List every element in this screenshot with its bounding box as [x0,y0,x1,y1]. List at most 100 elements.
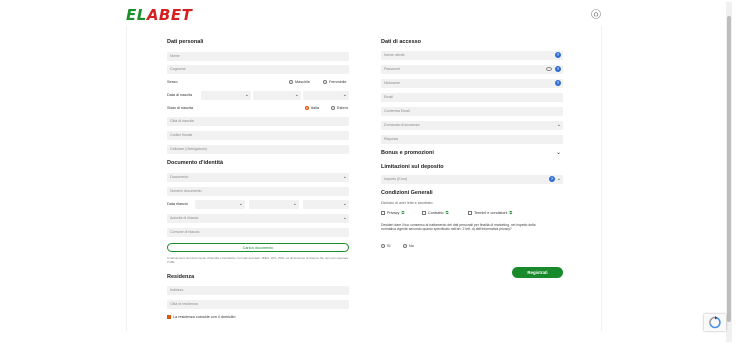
birthplace-italy-label: Italia [311,106,320,110]
external-link-icon[interactable]: ⧉ [509,210,512,215]
sex-female-radio[interactable]: Femminile [323,80,347,84]
checkbox-icon [422,210,426,215]
upload-document-button[interactable]: Carica documento [167,243,349,252]
checkbox-checked-icon [167,315,171,319]
checkbox-icon [468,210,472,215]
help-icon[interactable]: ? [555,66,561,72]
issue-month-select[interactable]: ⌄ [249,200,299,209]
security-question-placeholder: Domanda di sicurezza [384,123,420,127]
general-conditions-heading: Condizioni Generali [381,190,433,196]
logo-part-abet: ABET [146,6,193,24]
help-icon[interactable]: ? [555,52,561,58]
marketing-no-radio[interactable]: No [403,244,414,248]
birthplace-foreign-radio[interactable]: Estero [331,106,348,110]
residence-city-input[interactable]: Città di residenza [167,300,349,309]
document-number-input[interactable]: Numero documento [167,187,349,196]
contract-label: Contratto [428,210,444,215]
chevron-down-icon[interactable]: ⌄ [556,150,561,156]
security-question-select[interactable]: Domanda di sicurezza ⌄ [381,121,563,130]
birth-day-select[interactable]: ⌄ [201,91,251,100]
username-input[interactable]: Nome utente [381,51,563,60]
issue-city-input[interactable]: Comune di rilascio [167,228,349,237]
identity-document-heading: Documento d'identità [167,160,224,166]
radio-circle-icon [381,244,385,248]
radio-selected-icon [305,106,309,110]
registration-page: ELABET Dati personali Nome Cognome Sesso… [0,0,736,346]
recaptcha-icon [709,316,721,329]
birthplace-label: Stato di nascita [167,106,193,110]
issue-day-select[interactable]: ⌄ [195,200,245,209]
terms-label: Termini e condizioni [474,210,508,215]
external-link-icon[interactable]: ⧉ [446,210,449,215]
password-input[interactable]: Password [381,65,563,74]
deposit-amount-placeholder: Importo (Euro) [384,177,408,181]
security-answer-input[interactable]: Risposta [381,135,563,144]
personal-data-heading: Dati personali [167,39,204,45]
marketing-yes-radio[interactable]: Sì [381,244,391,248]
birth-year-select[interactable]: ⌄ [303,91,349,100]
document-type-placeholder: Documento [170,175,189,179]
surname-input[interactable]: Cognome [167,65,349,74]
marketing-consent-text: Desideri dare il tuo consenso al trattam… [381,223,536,231]
birthdate-label: Data di nascita [167,93,193,97]
registration-form: Dati personali Nome Cognome Sesso Maschi… [126,26,602,331]
issue-year-select[interactable]: ⌄ [303,200,349,209]
chevron-down-icon: ⌄ [342,174,347,180]
issuing-authority-placeholder: Autorità di rilascio [170,216,199,220]
chevron-down-icon: ⌄ [342,201,347,207]
help-icon[interactable]: ? [555,80,561,86]
email-input[interactable]: Email [381,93,563,102]
confirm-email-input[interactable]: Conferma Email [381,107,563,116]
elabet-logo[interactable]: ELABET [126,6,192,24]
tax-code-input[interactable]: Codice fiscale [167,131,349,140]
chevron-down-icon: ⌄ [342,92,347,98]
same-as-domicile-checkbox[interactable]: La residenza coincide con il domicilio [167,315,235,319]
name-input[interactable]: Nome [167,52,349,61]
mobile-input[interactable]: Cellulare (Obbligatorio) [167,145,349,154]
nickname-input[interactable]: Nickname [381,79,563,88]
privacy-label: Privacy [387,210,400,215]
radio-circle-icon [331,106,335,110]
access-data-heading: Dati di accesso [381,39,422,45]
home-icon[interactable] [591,9,601,19]
document-type-select[interactable]: Documento ⌄ [167,173,349,182]
same-as-domicile-label: La residenza coincide con il domicilio [173,315,236,319]
radio-circle-icon [403,244,407,248]
chevron-down-icon: ⌄ [238,201,243,207]
birth-month-select[interactable]: ⌄ [253,91,301,100]
birthplace-italy-radio[interactable]: Italia [305,106,319,110]
privacy-checkbox[interactable]: Privacy ⧉ [381,210,404,215]
external-link-icon[interactable]: ⧉ [401,210,404,215]
contract-checkbox[interactable]: Contratto ⧉ [422,210,448,215]
sex-male-label: Maschile [295,80,310,84]
radio-circle-icon [289,80,293,84]
terms-checkbox[interactable]: Termini e condizioni ⧉ [468,210,512,215]
chevron-down-icon: ⌄ [556,122,561,128]
marketing-yes-label: Sì [387,244,391,248]
eye-icon[interactable] [546,67,552,71]
read-accept-label: Dichiaro di aver letto e accettato: [381,201,434,205]
help-icon[interactable]: ? [549,176,555,182]
chevron-down-icon: ⌄ [342,215,347,221]
address-input[interactable]: Indirizzo [167,286,349,295]
issue-date-label: Data rilascio [167,202,188,206]
marketing-no-label: No [409,244,414,248]
sex-label: Sesso [167,80,178,84]
upload-note: Il caricamento del documento d'identità … [167,256,349,264]
sex-male-radio[interactable]: Maschile [289,80,310,84]
birthplace-foreign-label: Estero [337,106,348,110]
scrollbar-thumb[interactable] [727,16,731,322]
chevron-down-icon: ⌄ [294,92,299,98]
chevron-down-icon: ⌄ [244,92,249,98]
chevron-down-icon: ⌄ [556,176,561,182]
birth-city-input[interactable]: Città di nascita [167,117,349,126]
logo-part-el: EL [126,6,147,24]
deposit-amount-select[interactable]: Importo (Euro) ⌄ [381,175,563,184]
sex-female-label: Femminile [329,80,347,84]
bonus-promotions-heading[interactable]: Bonus e promozioni [381,150,434,156]
register-button[interactable]: Registrati [512,267,563,278]
residence-heading: Residenza [167,274,195,280]
issuing-authority-select[interactable]: Autorità di rilascio ⌄ [167,214,349,223]
deposit-limits-heading: Limitazioni sul deposito [381,164,444,170]
checkbox-icon [381,210,385,215]
